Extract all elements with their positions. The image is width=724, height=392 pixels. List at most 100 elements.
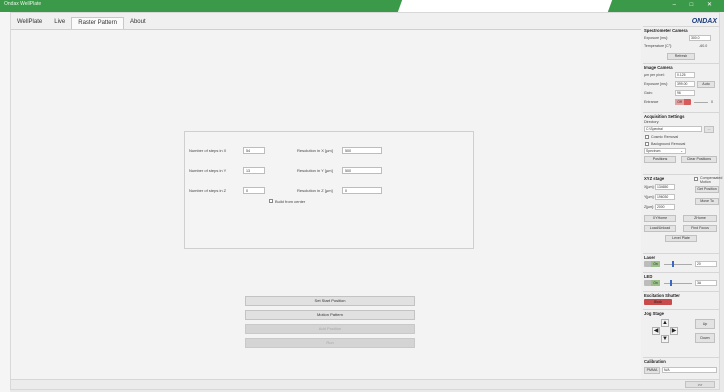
background-removal-checkbox[interactable] xyxy=(645,142,649,146)
toggle-label: Block xyxy=(654,300,662,304)
window-controls[interactable]: – □ ✕ xyxy=(673,1,718,8)
jog-down-button[interactable]: ▼ xyxy=(661,335,669,343)
zhome-button[interactable]: ZHome xyxy=(683,215,717,222)
steps-x-input[interactable]: 54 xyxy=(243,147,265,154)
acquisition-settings-section: Acquisition Settings Directory: C:\Spect… xyxy=(643,112,719,163)
tab-about[interactable]: About xyxy=(124,17,152,29)
led-slider-thumb[interactable] xyxy=(669,280,672,286)
led-toggle[interactable]: On xyxy=(644,280,660,286)
resolution-x-input[interactable]: 500 xyxy=(342,147,382,154)
toggle-label: Off xyxy=(675,99,684,105)
um-per-pixel-input[interactable]: 0.125 xyxy=(675,72,695,78)
cosmic-removal-label: Cosmic Removal xyxy=(651,135,679,139)
find-focus-button[interactable]: Find Focus xyxy=(683,225,717,232)
chevron-down-icon: ⌄ xyxy=(680,149,683,153)
section-title: Spectrometer Camera xyxy=(644,28,688,33)
led-section: LED On 3A xyxy=(643,272,719,287)
compensated-motion-checkbox[interactable] xyxy=(694,177,698,181)
get-position-button[interactable]: Get Position xyxy=(695,186,719,193)
gain-input[interactable]: 96 xyxy=(675,90,695,96)
toggle-label: On xyxy=(651,280,660,286)
calibration-material-button[interactable]: PMMA xyxy=(644,367,660,374)
exposure-label: Exposure [ms]: xyxy=(644,82,668,86)
positions-button[interactable]: Positions xyxy=(644,156,676,163)
expand-button[interactable]: >> xyxy=(685,381,715,388)
clear-positions-button[interactable]: Clear Positions xyxy=(681,156,717,163)
cosmic-removal-checkbox[interactable] xyxy=(645,135,649,139)
x-position-input[interactable]: 134650 xyxy=(655,184,675,190)
toggle-label: On xyxy=(651,261,660,267)
temperature-label: Temperature [C°]: xyxy=(644,44,673,48)
xyz-stage-section: XYZ stage X[µm]: 134650 Y[µm]: 196030 Z[… xyxy=(643,174,723,246)
steps-y-label: Number of steps in Y xyxy=(189,168,227,173)
jog-z-up-button[interactable]: Up xyxy=(695,319,715,329)
section-title: Acquisition Settings xyxy=(644,114,685,119)
z-position-label: Z[µm]: xyxy=(644,205,655,209)
acquisition-mode-select[interactable]: Spectrum ⌄ xyxy=(644,148,686,154)
jog-stage-section: Jog Stage ▲ ◀ ▶ ▼ Up Down xyxy=(643,309,719,353)
excitation-shutter-toggle[interactable]: Block xyxy=(644,299,672,305)
y-position-input[interactable]: 196030 xyxy=(655,194,675,200)
steps-y-input[interactable]: 13 xyxy=(243,167,265,174)
laser-slider-thumb[interactable] xyxy=(672,261,675,267)
exposure-label: Exposure [ms]: xyxy=(644,36,668,40)
jog-left-button[interactable]: ◀ xyxy=(652,327,660,335)
background-removal-label: Background Removal xyxy=(651,142,686,146)
tab-bar: WellPlate Live Raster Pattern About xyxy=(11,17,152,29)
run-button[interactable]: Run xyxy=(245,338,415,348)
jog-z-down-button[interactable]: Down xyxy=(695,333,715,343)
level-plate-button[interactable]: Level Plate xyxy=(665,235,697,242)
move-to-button[interactable]: Move To xyxy=(695,198,719,205)
tab-live[interactable]: Live xyxy=(48,17,71,29)
resolution-z-input[interactable]: 0 xyxy=(342,187,382,194)
motion-pattern-button[interactable]: Motion Pattern xyxy=(245,310,415,320)
directory-input[interactable]: C:\Spectra\ xyxy=(644,126,702,132)
calibration-section: Calibration PMMA N/A xyxy=(643,357,719,375)
steps-x-label: Number of steps in X xyxy=(189,148,227,153)
app-window: WellPlate Live Raster Pattern About Numb… xyxy=(10,12,723,390)
image-camera-section: Image Camera µm per pixel: 0.125 Exposur… xyxy=(643,63,719,111)
compensated-motion-label: Compensated Motion xyxy=(700,176,723,184)
add-position-button[interactable]: Add Position xyxy=(245,324,415,334)
arrow-up-icon: ▲ xyxy=(662,320,668,326)
jog-right-button[interactable]: ▶ xyxy=(670,327,678,335)
laser-power-slider[interactable] xyxy=(664,264,692,265)
steps-z-input[interactable]: 0 xyxy=(243,187,265,194)
x-position-label: X[µm]: xyxy=(644,185,655,189)
laser-toggle[interactable]: On xyxy=(644,261,660,267)
load-unload-button[interactable]: Load/Unload xyxy=(644,225,676,232)
spectrometer-camera-section: Spectrometer Camera Exposure [ms]: 300.0… xyxy=(643,26,719,62)
section-title: Laser xyxy=(644,255,656,260)
led-power-input[interactable]: 3A xyxy=(695,280,717,286)
auto-exposure-button[interactable]: Auto xyxy=(697,81,715,88)
section-title: Excitation Shutter xyxy=(644,293,680,298)
browse-button[interactable]: ... xyxy=(704,126,714,133)
set-start-position-button[interactable]: Set Start Position xyxy=(245,296,415,306)
build-from-center-label: Build from center xyxy=(275,199,306,204)
gain-label: Gain: xyxy=(644,91,653,95)
xyhome-button[interactable]: XYHome xyxy=(644,215,676,222)
acquisition-mode-value: Spectrum xyxy=(646,149,661,153)
control-sidebar: ONDAX Spectrometer Camera Exposure [ms]:… xyxy=(643,17,723,387)
entrance-slider[interactable] xyxy=(694,102,708,103)
resolution-y-input[interactable]: 500 xyxy=(342,167,382,174)
resolution-z-label: Resolution in Z [µm] xyxy=(297,188,333,193)
section-title: Jog Stage xyxy=(644,311,665,316)
raster-pattern-panel: Number of steps in X 54 Resolution in X … xyxy=(11,29,641,381)
entrance-toggle[interactable]: Off xyxy=(675,99,691,105)
laser-power-input[interactable]: 20 xyxy=(695,261,717,267)
excitation-shutter-section: Excitation Shutter Block xyxy=(643,291,719,305)
spec-exposure-input[interactable]: 300.0 xyxy=(689,35,711,41)
z-position-input[interactable]: 2000 xyxy=(655,204,675,210)
entrance-label: Entrance xyxy=(644,100,659,104)
refresh-button[interactable]: Refresh xyxy=(667,53,695,60)
tab-raster-pattern[interactable]: Raster Pattern xyxy=(71,17,124,29)
arrow-down-icon: ▼ xyxy=(662,336,668,342)
tab-wellplate[interactable]: WellPlate xyxy=(11,17,48,29)
jog-up-button[interactable]: ▲ xyxy=(661,319,669,327)
build-from-center-checkbox[interactable] xyxy=(269,199,273,203)
arrow-left-icon: ◀ xyxy=(653,328,659,334)
img-exposure-input[interactable]: 399.00 xyxy=(675,81,695,87)
y-position-label: Y[µm]: xyxy=(644,195,655,199)
led-power-slider[interactable] xyxy=(664,283,692,284)
